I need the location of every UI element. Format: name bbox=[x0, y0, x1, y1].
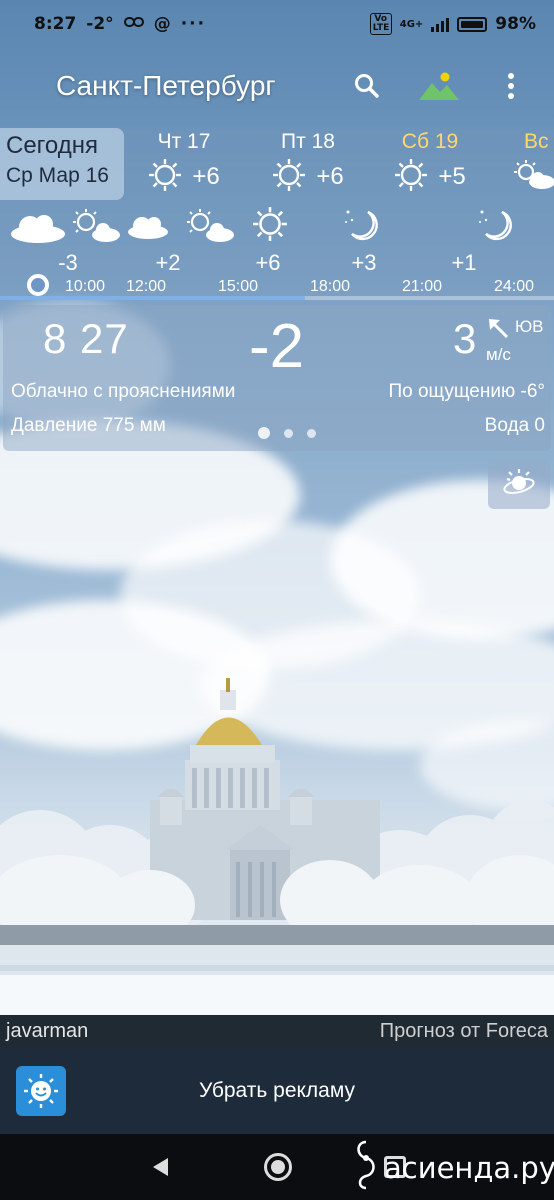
today-label: Сегодня bbox=[6, 132, 98, 159]
sun-icon bbox=[394, 158, 428, 196]
link-icon bbox=[123, 16, 144, 32]
hour-temp: +1 bbox=[451, 250, 477, 275]
hour-temp: +6 bbox=[255, 250, 281, 275]
page-dot bbox=[307, 428, 316, 438]
watermark-logo-icon bbox=[352, 1138, 380, 1199]
home-icon[interactable] bbox=[264, 1153, 292, 1181]
forecast-source[interactable]: Прогноз от Foreca bbox=[380, 1020, 548, 1043]
volte-label: Vo LTE bbox=[369, 13, 392, 35]
sun-cloud-icon bbox=[70, 208, 122, 248]
photo-author[interactable]: javarman bbox=[6, 1020, 88, 1043]
hour-time: 15:00 bbox=[217, 278, 259, 295]
app-bar: Санкт-Петербург bbox=[0, 48, 554, 124]
city-title[interactable]: Санкт-Петербург bbox=[56, 70, 276, 102]
page-dot bbox=[284, 428, 293, 438]
day-name: Пт 18 bbox=[281, 130, 335, 153]
wind-arrow-icon bbox=[487, 317, 509, 343]
sun-cloud-icon bbox=[512, 158, 554, 196]
page-indicator bbox=[258, 427, 316, 439]
wind-speed: 3 bbox=[453, 315, 477, 362]
current-time: 8 27 bbox=[43, 315, 129, 362]
network-label: 4G+ bbox=[399, 18, 424, 30]
back-icon[interactable] bbox=[150, 1156, 170, 1182]
sun-icon bbox=[272, 158, 306, 196]
hour-temp: +3 bbox=[351, 250, 377, 275]
current-time-marker bbox=[27, 274, 49, 296]
cloud-icon bbox=[8, 210, 66, 248]
moon-icon bbox=[342, 204, 382, 248]
today-card[interactable]: Сегодня Ср Мар 16 bbox=[0, 128, 124, 200]
battery-icon bbox=[457, 16, 488, 32]
hour-time: 18:00 bbox=[309, 278, 351, 295]
status-temp: -2° bbox=[86, 14, 114, 34]
day-name: Чт 17 bbox=[157, 130, 211, 153]
more-vert-icon[interactable] bbox=[490, 65, 532, 107]
status-bar: 8:27 -2° @ ··· Vo LTE 4G+ 98% bbox=[0, 0, 554, 48]
hour-time: 12:00 bbox=[125, 278, 167, 295]
day-item-fri[interactable]: Пт 18 +6 bbox=[248, 130, 368, 196]
current-temp: -2 bbox=[249, 312, 305, 381]
current-weather-card[interactable]: 8 27 -2 3 ЮВ м/с Облачно с прояснениями … bbox=[3, 305, 551, 451]
day-temp: +6 bbox=[316, 163, 344, 190]
daily-forecast-strip[interactable]: Сегодня Ср Мар 16 Чт 17 +6 Пт 18 +6 Сб 1… bbox=[0, 128, 554, 200]
day-temp: +5 bbox=[438, 163, 466, 190]
page-dot bbox=[258, 427, 270, 439]
weather-layers-button[interactable] bbox=[488, 461, 550, 509]
wind-unit: м/с bbox=[486, 345, 511, 364]
sun-orbit-icon bbox=[502, 466, 536, 504]
moon-icon bbox=[476, 204, 516, 248]
day-temp: +6 bbox=[192, 163, 220, 190]
hourly-forecast-strip[interactable]: -3 +2 +6 +3 +1 10:00 12:00 15:00 18:00 2… bbox=[0, 200, 554, 298]
feels-like: По ощущению -6° bbox=[388, 381, 545, 402]
weather-description: Облачно с прояснениями bbox=[11, 381, 236, 402]
signal-icon bbox=[431, 16, 450, 32]
water-temp: Вода 0 bbox=[484, 415, 545, 436]
at-sign: @ bbox=[153, 14, 171, 34]
sun-icon bbox=[252, 206, 288, 246]
remove-ads-banner[interactable]: Убрать рекламу bbox=[0, 1048, 554, 1134]
remove-ads-label[interactable]: Убрать рекламу bbox=[0, 1079, 554, 1103]
credits-bar: javarman Прогноз от Foreca bbox=[0, 1015, 554, 1048]
hour-time: 10:00 bbox=[64, 278, 106, 295]
wind-direction: ЮВ bbox=[515, 317, 544, 336]
hour-temp: +2 bbox=[155, 250, 181, 275]
day-item-sun[interactable]: Вс bbox=[494, 130, 554, 196]
sun-icon bbox=[148, 158, 182, 196]
watermark: асиенда.ру bbox=[352, 1140, 554, 1196]
search-icon[interactable] bbox=[346, 65, 388, 107]
day-item-sat[interactable]: Сб 19 +5 bbox=[370, 130, 490, 196]
day-item-thu[interactable]: Чт 17 +6 bbox=[124, 130, 244, 196]
hour-temp: -3 bbox=[58, 250, 78, 275]
more-notifications: ··· bbox=[180, 14, 207, 34]
cloud-icon bbox=[126, 212, 170, 244]
hour-scroll-indicator bbox=[0, 296, 554, 300]
status-time: 8:27 bbox=[34, 14, 77, 34]
app-logo-icon bbox=[16, 1066, 66, 1116]
hour-time: 21:00 bbox=[401, 278, 443, 295]
day-name: Сб 19 bbox=[401, 130, 459, 153]
battery-percent: 98% bbox=[495, 14, 536, 34]
watermark-text: асиенда.ру bbox=[384, 1151, 554, 1185]
today-date: Ср Мар 16 bbox=[6, 164, 109, 187]
sun-cloud-icon bbox=[184, 208, 236, 248]
hour-time: 24:00 bbox=[493, 278, 535, 295]
pressure: Давление 775 мм bbox=[11, 415, 166, 436]
landscape-icon[interactable] bbox=[418, 65, 460, 107]
day-name: Вс bbox=[524, 130, 549, 153]
